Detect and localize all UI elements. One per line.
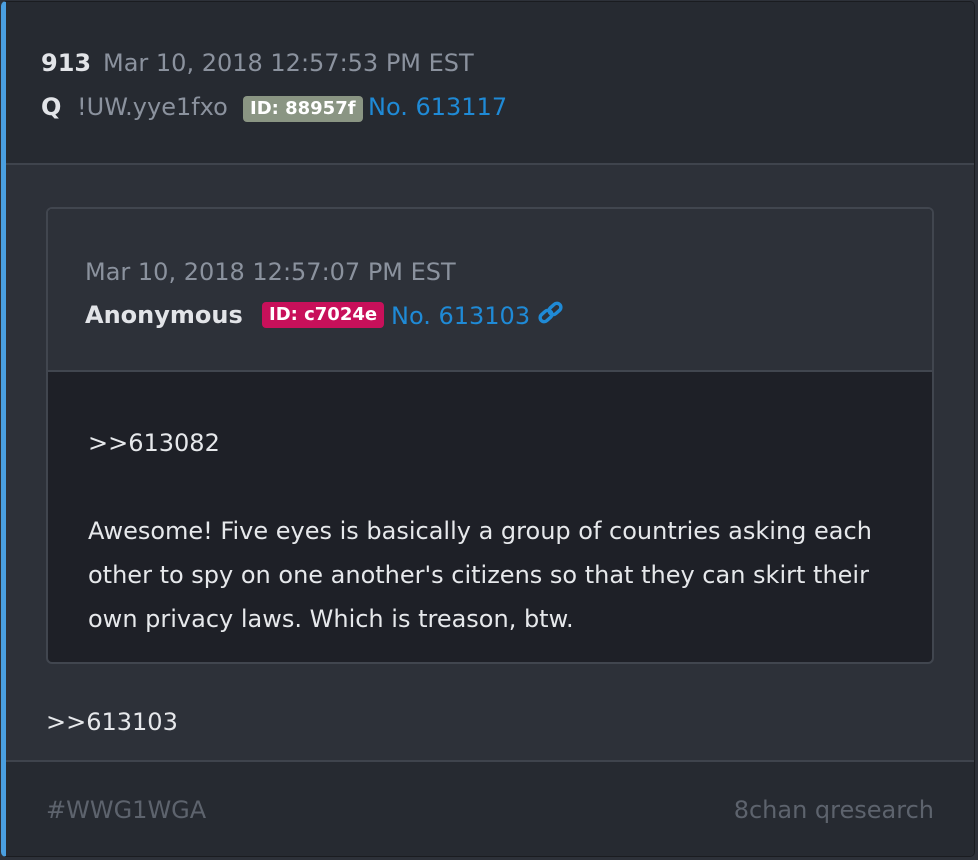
post-footer: #WWG1WGA 8chan qresearch [6, 760, 974, 856]
reply-reference[interactable]: >>613103 [46, 708, 178, 736]
post-number-link[interactable]: No. 613117 [368, 93, 507, 121]
quoted-post-link-label: No. 613103 [391, 302, 531, 330]
post-author: Q [41, 93, 62, 121]
source-label: 8chan qresearch [733, 796, 934, 824]
quoted-post-text: Awesome! Five eyes is basically a group … [88, 517, 872, 633]
quoted-post-body: >>613082 Awesome! Five eyes is basically… [88, 421, 888, 641]
quoted-post-id-badge: ID: c7024e [262, 302, 385, 328]
post-tripcode: !UW.yye1fxo [77, 93, 228, 121]
post-card: 913 Mar 10, 2018 12:57:53 PM EST Q !UW.y… [1, 1, 975, 857]
post-number: 913 [41, 49, 92, 77]
hashtag: #WWG1WGA [46, 796, 207, 824]
post-id-badge: ID: 88957f [243, 96, 363, 122]
quoted-post: Mar 10, 2018 12:57:07 PM EST Anonymous I… [46, 207, 934, 664]
post-date: Mar 10, 2018 12:57:53 PM EST [103, 49, 474, 77]
quoted-post-link[interactable]: No. 613103 [391, 301, 566, 330]
post-header: 913 Mar 10, 2018 12:57:53 PM EST Q !UW.y… [6, 2, 974, 165]
quoted-post-header: Mar 10, 2018 12:57:07 PM EST Anonymous I… [48, 209, 932, 372]
chain-link-icon[interactable] [536, 301, 566, 327]
quoted-post-date: Mar 10, 2018 12:57:07 PM EST [85, 258, 456, 286]
quoted-post-author: Anonymous [85, 301, 243, 329]
quoted-post-reference[interactable]: >>613082 [88, 421, 888, 465]
